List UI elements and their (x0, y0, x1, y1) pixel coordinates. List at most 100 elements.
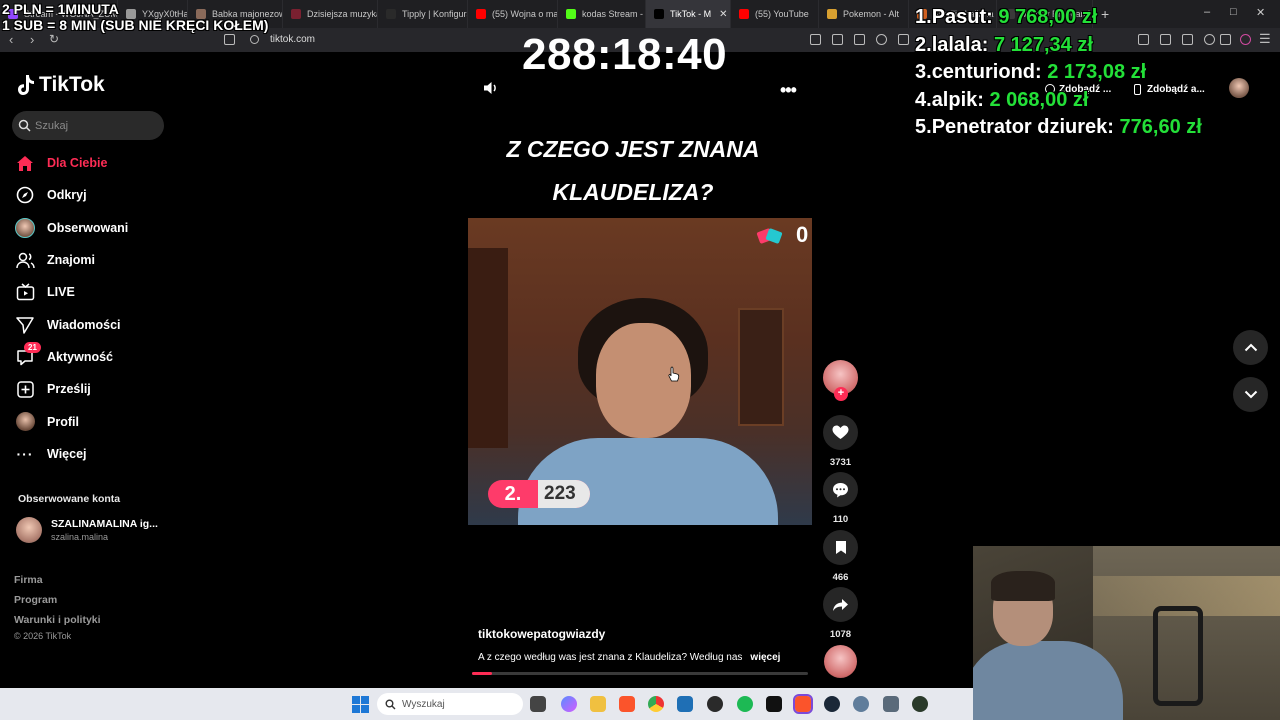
description-more-link[interactable]: więcej (750, 652, 780, 663)
bookmark-icon[interactable] (224, 34, 235, 45)
store-icon[interactable] (677, 696, 693, 712)
forward-icon[interactable]: › (30, 32, 34, 47)
tiktok-logo-text: TikTok (39, 73, 105, 96)
followed-account[interactable]: SZALINAMALINA ig... szalina.malina (16, 517, 158, 543)
file-explorer-icon[interactable] (590, 696, 606, 712)
nav-label: Odkryj (47, 188, 87, 203)
spotify-icon[interactable] (737, 696, 753, 712)
tab-label: TikTok - M (670, 9, 712, 19)
leaderboard-name: alpik: (931, 88, 984, 111)
volume-button[interactable] (483, 80, 499, 101)
copilot-icon[interactable] (561, 696, 577, 712)
tab-label: Pokemon - Alt (843, 9, 900, 19)
video-score: 0 (796, 222, 809, 247)
nav-item-profile[interactable]: Profil (14, 405, 174, 437)
nav-item-friends[interactable]: Znajomi (14, 244, 174, 276)
close-tab-icon[interactable]: ✕ (719, 9, 727, 20)
zoom-icon[interactable] (876, 34, 887, 45)
search-icon (18, 119, 31, 132)
tab-favicon-icon (654, 9, 664, 19)
browser-tab[interactable]: (55) YouTube (731, 0, 819, 28)
nav-item-for-you[interactable]: Dla Ciebie (14, 147, 174, 179)
nav-item-explore[interactable]: Odkryj (14, 179, 174, 211)
chevron-down-icon (1244, 390, 1257, 399)
brave-active-icon[interactable] (793, 694, 813, 714)
compass-icon (14, 184, 36, 206)
hand-cursor-icon (668, 366, 680, 382)
leaderboard-amount: 7 127,34 zł (993, 33, 1093, 56)
url-field[interactable]: tiktok.com (270, 34, 315, 45)
activity-icon: 21 (14, 341, 41, 368)
translate-off-icon[interactable] (810, 34, 821, 45)
tiktok-logo[interactable]: TikTok (17, 73, 105, 97)
browser-tab[interactable]: Dzisiejsza muzyka (283, 0, 378, 28)
nav-label: Więcej (47, 446, 87, 461)
footer-link-program[interactable]: Program (14, 592, 101, 612)
search-input[interactable]: Szukaj (12, 111, 164, 140)
nav-item-activity[interactable]: 21 Aktywność (14, 341, 174, 373)
cast-icon[interactable] (854, 34, 865, 45)
share-icon[interactable] (898, 34, 909, 45)
footer-link-terms[interactable]: Warunki i polityki (14, 612, 101, 632)
calculator-icon[interactable] (883, 696, 899, 712)
browser-tab[interactable]: TikTok - M ✕ (646, 0, 731, 28)
video-progress-bar[interactable] (472, 672, 808, 675)
leaderboard-rank: 3. (915, 61, 932, 83)
browser-tab[interactable]: Tipply | Konfigurator (378, 0, 468, 28)
nav-item-more[interactable]: ··· Więcej (14, 438, 174, 470)
video-door (738, 308, 784, 426)
rule-line-1: 2 PLN = 1MINUTA (2, 1, 119, 17)
translate-icon[interactable] (832, 34, 843, 45)
video-frame[interactable]: 0 2. 223 (468, 218, 812, 525)
comment-button[interactable]: 110 (823, 472, 858, 525)
chrome-icon[interactable] (648, 696, 664, 712)
chevron-up-icon (1244, 343, 1257, 352)
next-video-button[interactable] (1233, 377, 1268, 412)
steam-icon[interactable] (824, 696, 840, 712)
footer-link-company[interactable]: Firma (14, 572, 101, 592)
share-button[interactable]: 1078 (823, 587, 858, 640)
site-info-icon[interactable] (250, 35, 259, 44)
reload-icon[interactable]: ↻ (49, 32, 59, 46)
live-icon (14, 281, 36, 303)
back-icon[interactable]: ‹ (9, 32, 13, 47)
video-progress-fill (472, 672, 493, 675)
nav-item-messages[interactable]: Wiadomości (14, 308, 174, 340)
brave-icon[interactable] (619, 696, 635, 712)
nav-item-upload[interactable]: Prześlij (14, 373, 174, 405)
search-placeholder: Szukaj (35, 119, 69, 132)
browser-tab[interactable]: kodas Stream - W (558, 0, 646, 28)
previous-video-button[interactable] (1233, 330, 1268, 365)
more-dots-icon: ··· (16, 445, 34, 462)
taskbar-search[interactable]: Wyszukaj (377, 693, 523, 715)
gift-score-icon (756, 228, 783, 244)
nav-label: Wiadomości (47, 317, 121, 332)
leaderboard-amount: 2 173,08 zł (1047, 61, 1147, 83)
video-more-button[interactable]: ••• (780, 80, 797, 101)
comment-count: 110 (832, 514, 849, 525)
subathon-timer: 288:18:40 (522, 30, 728, 79)
app-icon[interactable] (912, 696, 928, 712)
nav-label: Dla Ciebie (47, 156, 108, 171)
browser-tab[interactable]: (55) Wojna o maj (468, 0, 558, 28)
footer-links: Firma Program Warunki i polityki (14, 572, 101, 632)
like-button[interactable]: 3731 (823, 415, 858, 468)
video-author[interactable]: tiktokowepatogwiazdy (478, 627, 605, 641)
follow-plus-icon[interactable]: + (834, 387, 848, 401)
nav-item-following[interactable]: Obserwowani (14, 212, 174, 244)
save-button[interactable]: 466 (823, 530, 858, 583)
tab-label: Tipply | Konfigurator (402, 9, 467, 19)
nav-item-live[interactable]: LIVE (14, 276, 174, 308)
tab-label: kodas Stream - W (582, 9, 645, 19)
leaderboard-rank: 2. (915, 33, 932, 56)
nav-label: Profil (47, 414, 79, 429)
settings-icon[interactable] (853, 696, 869, 712)
video-description-text: A z czego według was jest znana z Klaude… (478, 652, 743, 663)
browser-tab[interactable]: Pokemon - Alt (819, 0, 909, 28)
sound-avatar[interactable] (824, 645, 857, 678)
video-cabinet (468, 248, 508, 448)
task-view-icon[interactable] (530, 696, 546, 712)
windows-start-icon[interactable] (352, 696, 369, 713)
mega-icon[interactable] (766, 696, 782, 712)
obs-icon[interactable] (707, 696, 723, 712)
